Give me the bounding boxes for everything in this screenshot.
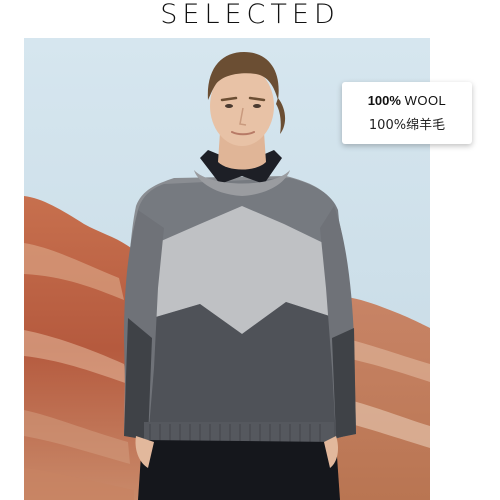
trousers [138, 440, 340, 500]
material-badge-title: 100% WOOL [342, 92, 472, 110]
brand-logo: SELECTED [160, 0, 340, 30]
material-badge: 100% WOOL 100%绵羊毛 [342, 82, 472, 144]
material-name: WOOL [404, 93, 447, 108]
material-percent: 100% [367, 93, 401, 108]
material-chinese-label: 100%绵羊毛 [368, 118, 446, 133]
